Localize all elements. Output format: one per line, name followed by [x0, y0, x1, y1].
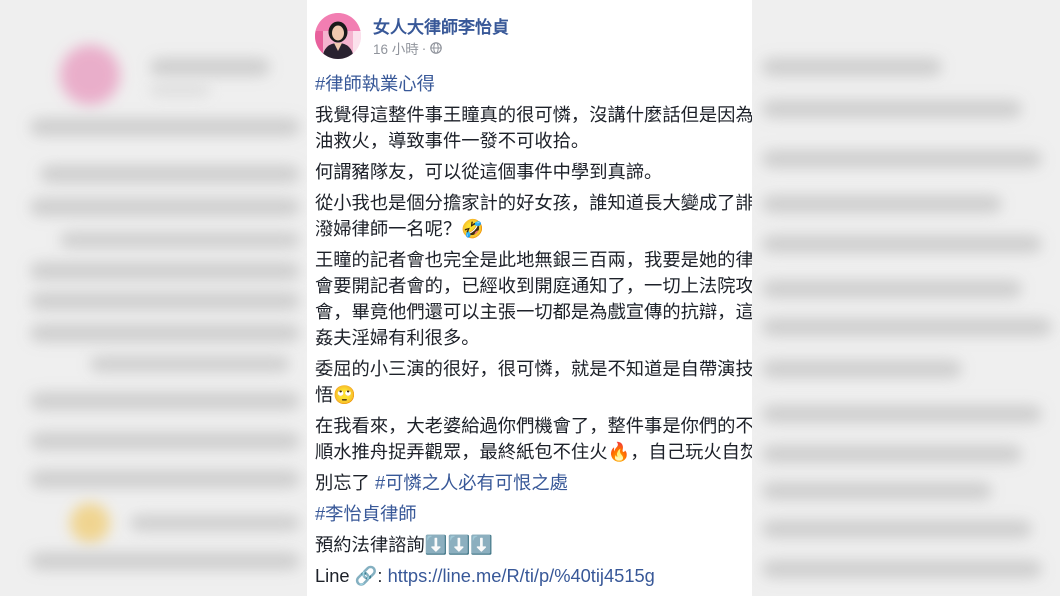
text-line: 我覺得這整件事王瞳真的很可憐，沒講什麼話但是因為 [315, 104, 752, 125]
line-url-link[interactable]: https://line.me/R/ti/p/%40tij4515g [388, 565, 655, 586]
post-body: #律師執業心得 我覺得這整件事王瞳真的很可憐，沒講什麼話但是因為 油救火，導致事… [315, 71, 752, 594]
text-line: 順水推舟捉弄觀眾，最終紙包不住火🔥，自己玩火自焚 [315, 441, 752, 462]
paragraph: #李怡貞律師 [315, 501, 752, 527]
paragraph: 我覺得這整件事王瞳真的很可憐，沒講什麼話但是因為 油救火，導致事件一發不可收拾。 [315, 102, 752, 154]
text-line: 會要開記者會的，已經收到開庭通知了，一切上法院攻 [315, 275, 752, 296]
paragraph: #律師執業心得 [315, 71, 752, 97]
text-line: 從小我也是個分擔家計的好女孩，誰知道長大變成了誹 [315, 192, 752, 213]
paragraph: 王瞳的記者會也完全是此地無銀三百兩，我要是她的律 會要開記者會的，已經收到開庭通… [315, 247, 752, 351]
blurred-background-left [0, 0, 307, 596]
meta-separator: · [421, 40, 427, 56]
paragraph: 在我看來，大老婆給過你們機會了，整件事是你們的不 順水推舟捉弄觀眾，最終紙包不住… [315, 413, 752, 465]
text-line: 姦夫淫婦有利很多。 [315, 327, 480, 348]
globe-icon [430, 42, 443, 54]
text-line: 油救火，導致事件一發不可收拾。 [315, 130, 590, 151]
paragraph: 委屈的小三演的很好，很可憐，就是不知道是自帶演技 悟🙄 [315, 356, 752, 408]
text-line: 會，畢竟他們還可以主張一切都是為戲宣傳的抗辯，這 [315, 301, 752, 322]
contact-paragraph: Line 🔗: https://line.me/R/ti/p/%40tij451… [315, 563, 752, 589]
closing-prefix: 別忘了 [315, 472, 375, 493]
author-avatar[interactable] [315, 13, 361, 59]
text-line: 委屈的小三演的很好，很可憐，就是不知道是自帶演技 [315, 358, 752, 379]
hashtag-link[interactable]: #律師執業心得 [315, 73, 435, 94]
post-timestamp[interactable]: 16 小時 [373, 38, 419, 58]
closing-paragraph: 別忘了 #可憐之人必有可恨之處 [315, 470, 752, 496]
text-line: 悟🙄 [315, 384, 357, 405]
profile-photo-icon [315, 13, 361, 59]
booking-text: 預約法律諮詢⬇️⬇️⬇️ [315, 534, 493, 555]
text-line: 王瞳的記者會也完全是此地無銀三百兩，我要是她的律 [315, 249, 752, 270]
text-line: 何謂豬隊友，可以從這個事件中學到真諦。 [315, 161, 663, 182]
paragraph: 何謂豬隊友，可以從這個事件中學到真諦。 [315, 159, 752, 185]
post-card: 女人大律師李怡貞 16 小時 · #律師執業心得 我覺得這整件事王瞳真的很可憐，… [307, 0, 752, 596]
blurred-background-right [752, 0, 1060, 596]
post-meta: 16 小時 · [373, 38, 443, 58]
hashtag-link[interactable]: #可憐之人必有可恨之處 [375, 472, 568, 493]
text-line: 潑婦律師一名呢？🤣 [315, 218, 485, 239]
author-name[interactable]: 女人大律師李怡貞 [373, 13, 509, 38]
paragraph: 預約法律諮詢⬇️⬇️⬇️ [315, 532, 752, 558]
text-line: 在我看來，大老婆給過你們機會了，整件事是你們的不 [315, 415, 752, 436]
hashtag-link[interactable]: #李怡貞律師 [315, 503, 417, 524]
contact-prefix: Line 🔗: [315, 565, 388, 586]
paragraph: 從小我也是個分擔家計的好女孩，誰知道長大變成了誹 潑婦律師一名呢？🤣 [315, 190, 752, 242]
